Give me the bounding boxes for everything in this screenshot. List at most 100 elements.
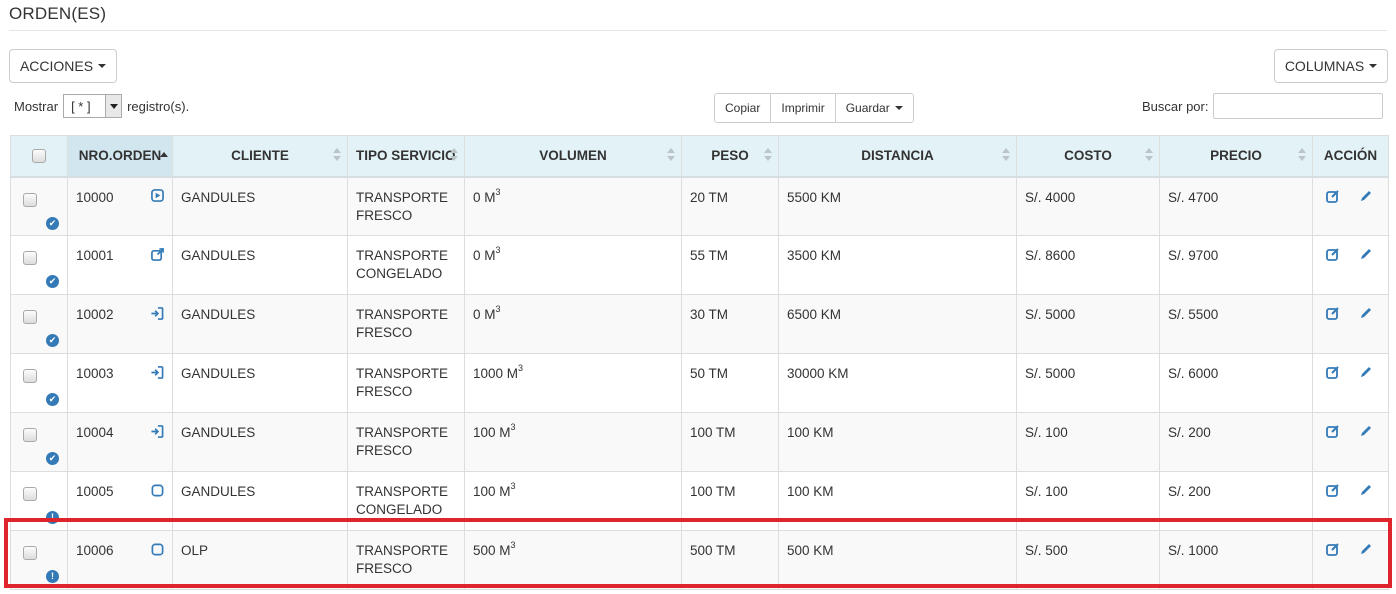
row-checkbox[interactable]	[23, 192, 37, 207]
cell-tipo-servicio: TRANSPORTE CONGELADO	[347, 471, 465, 531]
acciones-label: ACCIONES	[19, 58, 94, 74]
distancia-value: 100 KM	[787, 484, 834, 499]
edit-icon[interactable]	[1326, 306, 1340, 320]
table-row[interactable]: ✔ 10002 GANDULES TRANSPORTE FRESCO 0 M3 30 TM 6…	[10, 294, 1389, 354]
page-length-select[interactable]: [ * ]	[63, 94, 123, 118]
cell-precio: S/. 5500	[1159, 294, 1313, 354]
table-row[interactable]: ✔ 10004 GANDULES TRANSPORTE FRESCO 100 M3 100 …	[10, 412, 1389, 472]
sort-icon	[1002, 148, 1010, 162]
cliente-value: GANDULES	[181, 484, 256, 499]
costo-value: S/. 5000	[1025, 366, 1076, 381]
row-checkbox[interactable]	[23, 251, 37, 265]
column-header-accion: ACCIÓN	[1312, 135, 1389, 178]
cell-nro-orden: 10002	[67, 294, 173, 354]
caret-down-icon	[1369, 64, 1378, 68]
precio-value: S/. 200	[1168, 425, 1211, 440]
square-icon[interactable]	[150, 542, 164, 556]
row-checkbox[interactable]	[23, 369, 37, 383]
table-row[interactable]: ✔ 10003 GANDULES TRANSPORTE FRESCO 1000 M3 50 …	[10, 353, 1389, 413]
column-header-precio[interactable]: PRECIO	[1159, 135, 1313, 178]
column-header-volumen[interactable]: VOLUMEN	[464, 135, 682, 178]
row-checkbox[interactable]	[23, 310, 37, 324]
volumen-unit-exponent: 3	[518, 363, 524, 373]
cell-peso: 500 TM	[681, 530, 779, 590]
cell-distancia: 5500 KM	[778, 176, 1017, 236]
edit-icon[interactable]	[1326, 365, 1340, 379]
cell-accion	[1312, 412, 1389, 472]
column-header-tipo-servicio[interactable]: TIPO SERVICIO	[347, 135, 465, 178]
pencil-icon[interactable]	[1359, 365, 1373, 379]
cell-volumen: 100 M3	[464, 471, 682, 531]
row-checkbox[interactable]	[23, 487, 37, 501]
pencil-icon[interactable]	[1359, 424, 1373, 438]
cell-accion	[1312, 235, 1389, 295]
precio-value: S/. 1000	[1168, 543, 1219, 558]
row-select-cell: ✔	[10, 353, 68, 413]
cell-volumen: 500 M3	[464, 530, 682, 590]
cell-distancia: 30000 KM	[778, 353, 1017, 413]
sort-asc-icon	[160, 152, 168, 157]
page-length-value: [ * ]	[71, 98, 91, 114]
sign-in-icon[interactable]	[150, 365, 164, 379]
sign-in-icon[interactable]	[150, 306, 164, 320]
precio-value: S/. 5500	[1168, 307, 1219, 322]
pencil-icon[interactable]	[1359, 483, 1373, 497]
caret-down-icon	[894, 106, 903, 110]
guardar-dropdown-button[interactable]: Guardar	[835, 94, 913, 122]
row-checkbox[interactable]	[23, 428, 37, 442]
cell-accion	[1312, 353, 1389, 413]
nro-orden-value: 10004	[76, 425, 114, 440]
pencil-icon[interactable]	[1359, 189, 1373, 203]
costo-value: S/. 100	[1025, 425, 1068, 440]
distancia-value: 3500 KM	[787, 248, 842, 263]
column-header-peso[interactable]: PESO	[681, 135, 779, 178]
cell-cliente: GANDULES	[172, 176, 348, 236]
edit-icon[interactable]	[1326, 424, 1340, 438]
peso-value: 20 TM	[690, 189, 729, 205]
volumen-unit-exponent: 3	[495, 245, 501, 255]
pencil-icon[interactable]	[1359, 306, 1373, 320]
pencil-icon[interactable]	[1359, 542, 1373, 556]
copiar-button[interactable]: Copiar	[715, 94, 772, 122]
table-row[interactable]: ! 10005 GANDULES TRANSPORTE CONGELADO 100 M3 1…	[10, 471, 1389, 531]
sort-icon	[1298, 148, 1306, 162]
column-header-nro-orden[interactable]: NRO.ORDEN	[67, 135, 173, 178]
pencil-icon[interactable]	[1359, 247, 1373, 261]
precio-value: S/. 200	[1168, 484, 1211, 499]
acciones-dropdown-button[interactable]: ACCIONES	[9, 49, 117, 83]
peso-value: 55 TM	[690, 248, 729, 263]
edit-icon[interactable]	[1326, 189, 1340, 203]
cliente-value: GANDULES	[181, 366, 256, 381]
edit-icon[interactable]	[1326, 483, 1340, 497]
cell-distancia: 6500 KM	[778, 294, 1017, 354]
row-checkbox[interactable]	[23, 546, 37, 560]
distancia-value: 500 KM	[787, 543, 834, 558]
row-select-cell: !	[10, 471, 68, 531]
search-input[interactable]	[1213, 93, 1384, 119]
edit-icon[interactable]	[1326, 247, 1340, 261]
sign-in-icon[interactable]	[150, 424, 164, 438]
edit-icon[interactable]	[1326, 542, 1340, 556]
column-header-cliente[interactable]: CLIENTE	[172, 135, 348, 178]
sort-icon	[450, 148, 458, 162]
square-icon[interactable]	[150, 483, 164, 497]
imprimir-button[interactable]: Imprimir	[771, 94, 836, 122]
select-all-checkbox[interactable]	[32, 148, 46, 163]
column-header-distancia[interactable]: DISTANCIA	[778, 135, 1017, 178]
cell-distancia: 100 KM	[778, 412, 1017, 472]
tipo-servicio-line1: TRANSPORTE	[356, 484, 449, 499]
external-link-icon[interactable]	[150, 247, 164, 261]
column-header-costo[interactable]: COSTO	[1016, 135, 1160, 178]
table-row[interactable]: ! 10006 OLP TRANSPORTE FRESCO 500 M3 500 TM 500…	[10, 530, 1389, 590]
table-row[interactable]: ✔ 10001 GANDULES TRANSPORTE CONGELADO 0 M3 55 …	[10, 235, 1389, 295]
select-arrow-icon[interactable]	[105, 95, 122, 117]
orders-table: NRO.ORDEN CLIENTE TIPO SERVICIO VOLUMEN …	[10, 135, 1389, 590]
play-circle-icon[interactable]	[150, 189, 164, 203]
cell-accion	[1312, 471, 1389, 531]
table-row[interactable]: ✔ 10000 GANDULES TRANSPORTE FRESCO 0 M3 20 TM 5…	[10, 176, 1389, 236]
peso-value: 500 TM	[690, 543, 736, 558]
columnas-dropdown-button[interactable]: COLUMNAS	[1274, 49, 1388, 83]
cell-tipo-servicio: TRANSPORTE FRESCO	[347, 176, 465, 236]
cell-distancia: 100 KM	[778, 471, 1017, 531]
column-label: CLIENTE	[231, 148, 289, 164]
